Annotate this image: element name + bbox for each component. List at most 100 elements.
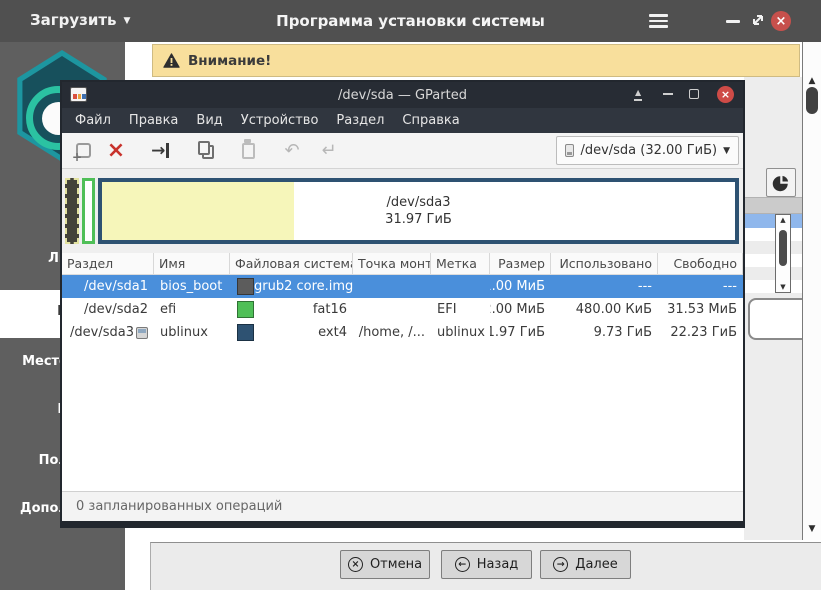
paste-button[interactable] bbox=[237, 138, 259, 162]
scroll-up-icon[interactable]: ▲ bbox=[776, 216, 790, 224]
next-button[interactable]: → Далее bbox=[540, 550, 631, 579]
table-empty-area bbox=[62, 344, 743, 491]
sidebar-step-current[interactable]: П bbox=[0, 304, 68, 319]
next-label: Далее bbox=[575, 557, 618, 572]
col-name[interactable]: Имя bbox=[154, 253, 230, 274]
scrollbar-thumb[interactable] bbox=[806, 87, 818, 114]
visual-partition-size: 31.97 ГиБ bbox=[385, 212, 452, 227]
cell-partition: /dev/sda1 bbox=[84, 279, 148, 294]
cell-size: 1.00 МиБ bbox=[490, 279, 545, 294]
next-arrow-icon: → bbox=[553, 557, 569, 572]
partition-visual-bar: /dev/sda3 31.97 ГиБ bbox=[62, 169, 743, 253]
cell-filesystem: fat16 bbox=[312, 302, 347, 317]
partition-list-row[interactable] bbox=[744, 241, 802, 254]
menu-partition[interactable]: Раздел bbox=[327, 113, 393, 128]
partition-table-header: Раздел Имя Файловая система Точка монт М… bbox=[62, 253, 743, 275]
scroll-down-icon[interactable]: ▼ bbox=[776, 283, 790, 291]
undo-button[interactable]: ↶ bbox=[281, 140, 303, 162]
menu-edit[interactable]: Правка bbox=[120, 113, 187, 128]
scrollbar-thumb[interactable] bbox=[779, 230, 787, 266]
device-selector[interactable]: /dev/sda (32.00 ГиБ) ▼ bbox=[556, 136, 739, 165]
sidebar-step-additional[interactable]: Допол bbox=[0, 501, 68, 516]
col-partition[interactable]: Раздел bbox=[62, 253, 154, 274]
cell-mountpoint bbox=[353, 275, 431, 298]
cell-label bbox=[431, 275, 490, 298]
fs-color-swatch bbox=[237, 301, 254, 318]
close-button[interactable]: × bbox=[771, 11, 791, 31]
cell-label: EFI bbox=[437, 302, 457, 317]
new-partition-button[interactable]: + bbox=[72, 140, 94, 164]
apply-button[interactable]: ↵ bbox=[318, 140, 340, 162]
page-scrollbar[interactable]: ▲ ▼ bbox=[802, 42, 821, 540]
partition-list-scrollbar[interactable]: ▲ ▼ bbox=[775, 214, 791, 293]
cell-free: --- bbox=[722, 279, 737, 294]
col-used[interactable]: Использовано bbox=[551, 253, 658, 274]
menu-file[interactable]: Файл bbox=[66, 113, 120, 128]
sidebar-step-location[interactable]: Место bbox=[0, 354, 68, 369]
cell-free: 22.23 ГиБ bbox=[670, 325, 737, 340]
partition-list-row[interactable] bbox=[744, 254, 802, 267]
cell-filesystem: ext4 bbox=[318, 325, 347, 340]
visual-partition-sda1[interactable] bbox=[65, 178, 79, 244]
col-filesystem[interactable]: Файловая система bbox=[230, 253, 353, 274]
partition-list-row[interactable] bbox=[744, 228, 802, 241]
col-free[interactable]: Свободно bbox=[658, 253, 743, 274]
cell-size: 31.97 ГиБ bbox=[490, 325, 545, 340]
warning-banner: Внимание! bbox=[152, 44, 800, 77]
warning-icon bbox=[163, 53, 180, 68]
cell-used: 9.73 ГиБ bbox=[593, 325, 652, 340]
sidebar-step-5[interactable]: К bbox=[0, 402, 68, 417]
installer-partition-panel: ▲ ▼ bbox=[744, 77, 802, 540]
cancel-button[interactable]: × Отмена bbox=[340, 550, 430, 579]
table-row-sda2[interactable]: /dev/sda2 efi fat16 EFI 32.00 МиБ 480.00… bbox=[62, 298, 743, 321]
gparted-restore-button[interactable] bbox=[689, 89, 699, 99]
table-row-sda1[interactable]: /dev/sda1 bios_boot grub2 core.img 1.00 … bbox=[62, 275, 743, 298]
hamburger-menu-icon[interactable] bbox=[649, 14, 668, 28]
gparted-minimize-button[interactable] bbox=[663, 93, 673, 95]
resize-move-button[interactable]: → bbox=[149, 140, 171, 162]
sidebar-step-2-line2[interactable]: с bbox=[0, 266, 68, 281]
col-size[interactable]: Размер bbox=[490, 253, 551, 274]
back-label: Назад bbox=[476, 557, 519, 572]
device-selector-value: /dev/sda (32.00 ГиБ) bbox=[580, 143, 718, 158]
partition-list-header bbox=[744, 197, 802, 214]
partition-list-selected-row[interactable] bbox=[744, 214, 802, 228]
eject-icon[interactable]: ▲ bbox=[634, 88, 643, 101]
fs-color-swatch bbox=[237, 278, 254, 295]
cancel-label: Отмена bbox=[369, 557, 423, 572]
visual-partition-sda3[interactable]: /dev/sda3 31.97 ГиБ bbox=[98, 178, 739, 244]
menu-device[interactable]: Устройство bbox=[232, 113, 328, 128]
minimize-button[interactable] bbox=[726, 20, 740, 23]
gparted-titlebar[interactable]: /dev/sda — GParted ▲ × bbox=[62, 82, 743, 108]
back-button[interactable]: ← Назад bbox=[441, 550, 532, 579]
gparted-toolbar: + × → ↶ ↵ /dev/sda (32.00 ГиБ) ▼ bbox=[62, 133, 743, 169]
partition-list-row[interactable] bbox=[744, 267, 802, 280]
partition-list-row[interactable] bbox=[744, 280, 802, 293]
delete-partition-button[interactable]: × bbox=[105, 139, 127, 162]
cancel-icon: × bbox=[347, 557, 363, 572]
col-label[interactable]: Метка bbox=[431, 253, 490, 274]
visual-partition-sda2[interactable] bbox=[82, 178, 95, 244]
sidebar-step-2-line1[interactable]: Ли bbox=[0, 251, 68, 266]
menu-help[interactable]: Справка bbox=[393, 113, 468, 128]
gparted-close-button[interactable]: × bbox=[717, 86, 734, 103]
installer-title: Программа установки системы bbox=[276, 12, 545, 30]
scroll-up-icon[interactable]: ▲ bbox=[803, 76, 821, 86]
gparted-window: /dev/sda — GParted ▲ × Файл Правка Вид У… bbox=[60, 80, 745, 528]
cell-used: --- bbox=[637, 279, 652, 294]
gparted-app-icon bbox=[70, 87, 87, 102]
warning-text: Внимание! bbox=[188, 52, 272, 69]
table-row-sda3[interactable]: /dev/sda3 ublinux ext4 /home, /... ublin… bbox=[62, 321, 743, 344]
pie-chart-button[interactable] bbox=[766, 168, 796, 197]
sidebar-step-users[interactable]: Пол bbox=[0, 453, 68, 468]
cell-mountpoint: /home, /... bbox=[358, 325, 425, 340]
scroll-down-icon[interactable]: ▼ bbox=[803, 524, 821, 534]
copy-button[interactable] bbox=[195, 140, 217, 162]
col-mountpoint[interactable]: Точка монт bbox=[353, 253, 431, 274]
expand-icon[interactable] bbox=[750, 12, 766, 28]
sidebar-step-1[interactable]: п bbox=[0, 218, 68, 233]
menu-view[interactable]: Вид bbox=[187, 113, 231, 128]
cell-name: efi bbox=[160, 302, 177, 317]
gparted-statusbar: 0 запланированных операций bbox=[62, 491, 743, 521]
cell-partition: /dev/sda3 bbox=[62, 321, 154, 344]
